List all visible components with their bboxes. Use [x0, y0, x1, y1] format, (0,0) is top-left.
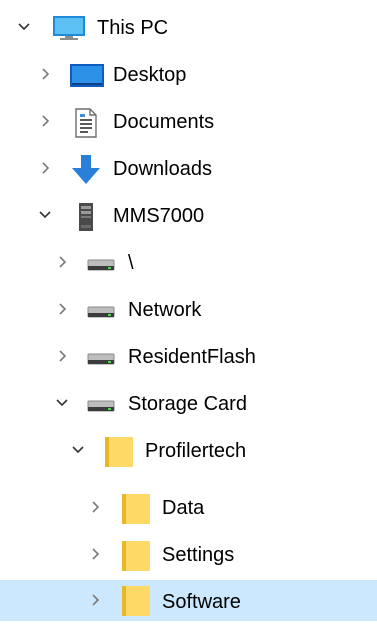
tree-item-label: Software	[162, 591, 241, 613]
tree-item-software[interactable]: Software	[0, 580, 377, 621]
tree-item-profilertech[interactable]: Profilertech	[0, 428, 377, 474]
drive-icon	[87, 306, 115, 318]
drive-icon	[87, 259, 115, 271]
computer-icon	[53, 16, 85, 40]
chevron-down-icon[interactable]	[52, 393, 72, 413]
drive-icon	[87, 353, 115, 365]
tree-item-data[interactable]: Data	[0, 485, 377, 531]
tree-item-label: \	[128, 252, 134, 274]
tree-item-label: Data	[162, 497, 205, 519]
tree-item-this-pc[interactable]: This PC	[0, 5, 377, 51]
chevron-right-icon[interactable]	[85, 544, 105, 564]
tree-item-downloads[interactable]: Downloads	[0, 146, 377, 192]
tree-item-label: Profilertech	[145, 440, 247, 462]
tree-item-label: This PC	[97, 17, 169, 39]
tree-item-mms7000[interactable]: MMS7000	[0, 193, 377, 239]
chevron-down-icon[interactable]	[35, 205, 55, 225]
navigation-tree: This PC Desktop Documents Downloads MMS7…	[0, 0, 377, 621]
chevron-down-icon[interactable]	[68, 440, 88, 460]
chevron-right-icon[interactable]	[35, 64, 55, 84]
chevron-right-icon[interactable]	[85, 497, 105, 517]
device-icon	[79, 203, 93, 231]
tree-item-label: MMS7000	[113, 205, 205, 227]
chevron-right-icon[interactable]	[85, 590, 105, 610]
chevron-right-icon[interactable]	[52, 299, 72, 319]
tree-item-label: Documents	[113, 111, 215, 133]
tree-item-storage-card[interactable]: Storage Card	[0, 381, 377, 427]
tree-item-label: Desktop	[113, 64, 187, 86]
chevron-right-icon[interactable]	[52, 252, 72, 272]
folder-icon	[122, 586, 150, 616]
chevron-right-icon[interactable]	[52, 346, 72, 366]
tree-item-desktop[interactable]: Desktop	[0, 52, 377, 98]
chevron-right-icon[interactable]	[35, 158, 55, 178]
download-arrow-icon	[72, 155, 100, 184]
tree-item-label: ResidentFlash	[128, 346, 256, 368]
tree-item-network[interactable]: Network	[0, 287, 377, 333]
chevron-right-icon[interactable]	[35, 111, 55, 131]
tree-item-residentflash[interactable]: ResidentFlash	[0, 334, 377, 380]
folder-icon	[122, 541, 150, 571]
documents-folder-icon	[75, 108, 97, 138]
desktop-folder-icon	[70, 64, 104, 87]
folder-icon	[105, 437, 133, 467]
tree-item-label: Downloads	[113, 158, 212, 180]
drive-icon	[87, 400, 115, 412]
folder-icon	[122, 494, 150, 524]
chevron-down-icon[interactable]	[14, 17, 34, 37]
tree-item-root[interactable]: \	[0, 240, 377, 286]
tree-item-label: Network	[128, 299, 202, 321]
tree-item-label: Storage Card	[128, 393, 247, 415]
tree-item-documents[interactable]: Documents	[0, 99, 377, 145]
tree-item-settings[interactable]: Settings	[0, 532, 377, 578]
tree-item-label: Settings	[162, 544, 235, 566]
